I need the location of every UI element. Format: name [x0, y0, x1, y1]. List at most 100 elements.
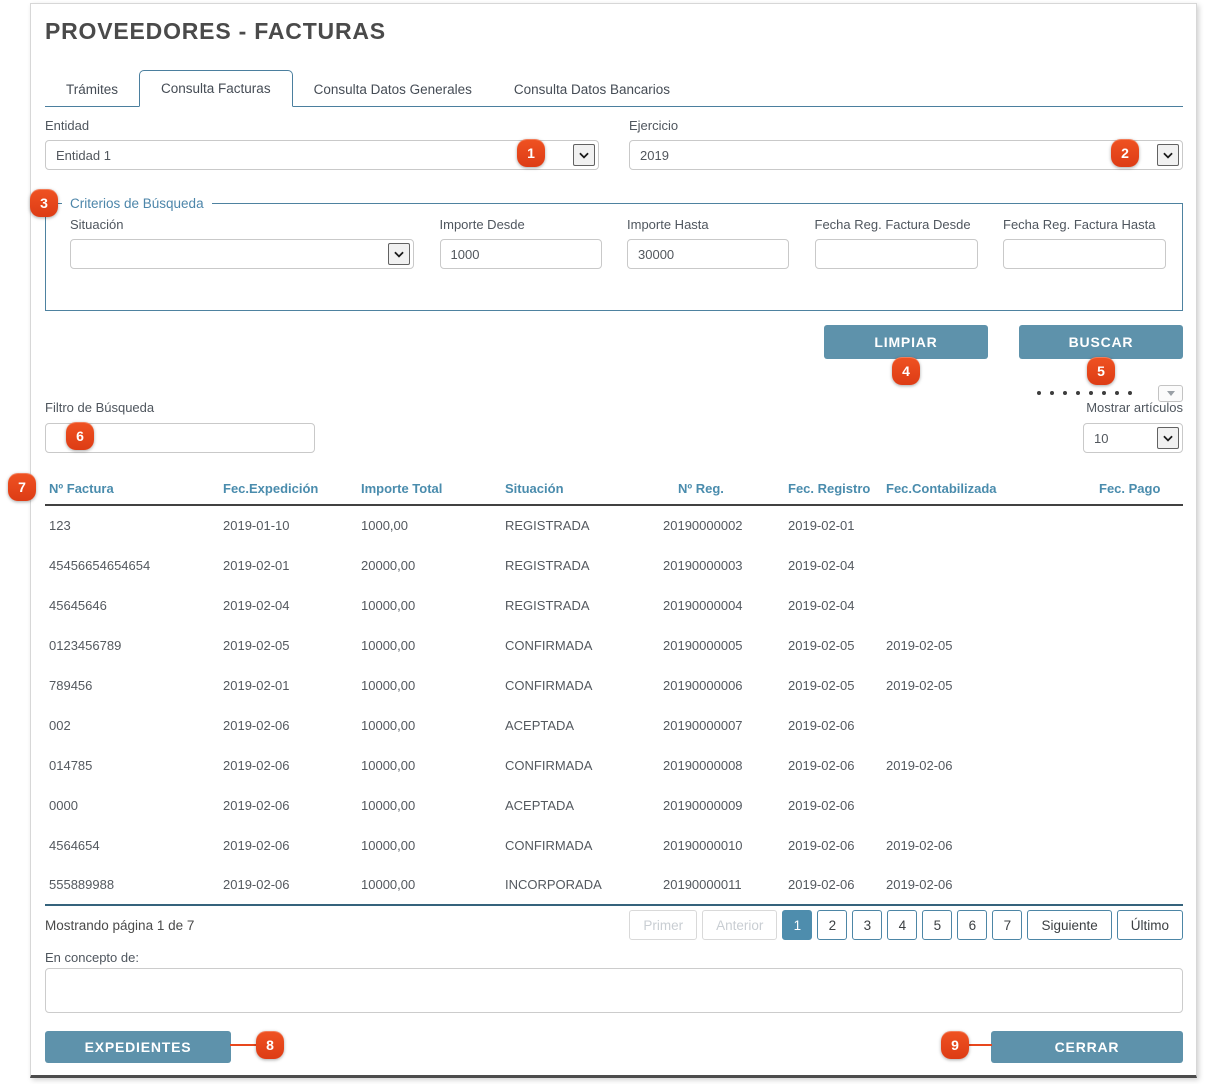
table-row[interactable]: 7894562019-02-0110000,00CONFIRMADA201900… [45, 665, 1183, 705]
fecha-desde-input[interactable] [815, 239, 978, 269]
page-title: PROVEEDORES - FACTURAS [45, 18, 386, 45]
column-header[interactable]: Fec. Pago [1077, 472, 1183, 505]
table-cell: 2019-02-05 [784, 625, 882, 665]
entidad-label: Entidad [45, 118, 599, 133]
column-header[interactable]: Nº Factura [45, 472, 219, 505]
table-cell: CONFIRMADA [501, 625, 659, 665]
mostrar-articulos-select[interactable]: 10 [1083, 423, 1183, 453]
en-concepto-label: En concepto de: [45, 950, 139, 965]
chevron-down-icon[interactable] [1157, 427, 1179, 449]
table-cell: 2019-02-06 [882, 745, 1077, 785]
table-cell: 014785 [45, 745, 219, 785]
column-header[interactable]: Nº Reg. [659, 472, 784, 505]
column-header[interactable]: Fec.Contabilizada [882, 472, 1077, 505]
table-cell: 2019-02-01 [219, 545, 357, 585]
table-cell: 20190000011 [659, 865, 784, 905]
table-cell: ACEPTADA [501, 705, 659, 745]
primer-button[interactable]: Primer [629, 910, 697, 940]
table-cell: 2019-02-05 [882, 665, 1077, 705]
situacion-select[interactable] [70, 239, 414, 269]
column-header[interactable]: Importe Total [357, 472, 501, 505]
table-cell: REGISTRADA [501, 545, 659, 585]
ejercicio-select[interactable]: 2019 [629, 140, 1183, 170]
tab-consulta-datos-generales[interactable]: Consulta Datos Generales [293, 72, 493, 107]
buscar-button[interactable]: BUSCAR [1019, 325, 1183, 359]
fecha-hasta-label: Fecha Reg. Factura Hasta [1003, 217, 1166, 232]
table-row[interactable]: 456456462019-02-0410000,00REGISTRADA2019… [45, 585, 1183, 625]
table-cell: 2019-02-01 [219, 665, 357, 705]
filtro-busqueda-label: Filtro de Búsqueda [45, 400, 154, 415]
ultimo-button[interactable]: Último [1117, 910, 1183, 940]
table-row[interactable]: 45646542019-02-0610000,00CONFIRMADA20190… [45, 825, 1183, 865]
tab-consulta-facturas[interactable]: Consulta Facturas [139, 70, 293, 107]
table-row[interactable]: 00002019-02-0610000,00ACEPTADA2019000000… [45, 785, 1183, 825]
chevron-down-icon[interactable] [388, 243, 410, 265]
column-header[interactable]: Fec. Registro [784, 472, 882, 505]
table-cell [1077, 585, 1183, 625]
table-cell [1077, 785, 1183, 825]
callout-badge-6: 6 [66, 422, 94, 450]
table-cell: 10000,00 [357, 625, 501, 665]
fecha-hasta-field-group: Fecha Reg. Factura Hasta [1003, 217, 1166, 269]
limpiar-button[interactable]: LIMPIAR [824, 325, 988, 359]
table-header-row: Nº FacturaFec.ExpediciónImporte TotalSit… [45, 472, 1183, 505]
table-row[interactable]: 454566546546542019-02-0120000,00REGISTRA… [45, 545, 1183, 585]
table-cell: 45645646 [45, 585, 219, 625]
column-header[interactable]: Situación [501, 472, 659, 505]
badge-9-connector [967, 1044, 992, 1046]
chevron-down-icon[interactable] [573, 144, 595, 166]
dropdown-arrow-icon[interactable] [1158, 385, 1183, 402]
table-cell [882, 505, 1077, 545]
page-button-7[interactable]: 7 [992, 910, 1022, 940]
table-cell: 2019-02-06 [219, 865, 357, 905]
table-row[interactable]: 1232019-01-101000,00REGISTRADA2019000000… [45, 505, 1183, 545]
page-button-6[interactable]: 6 [957, 910, 987, 940]
table-cell: 10000,00 [357, 585, 501, 625]
table-cell: REGISTRADA [501, 505, 659, 545]
table-cell: 2019-02-05 [882, 625, 1077, 665]
tab-tramites[interactable]: Trámites [45, 72, 139, 107]
cerrar-button[interactable]: CERRAR [991, 1031, 1183, 1063]
siguiente-button[interactable]: Siguiente [1027, 910, 1111, 940]
page-button-5[interactable]: 5 [922, 910, 952, 940]
table-row[interactable]: 01234567892019-02-0510000,00CONFIRMADA20… [45, 625, 1183, 665]
importe-desde-input[interactable] [440, 239, 602, 269]
importe-hasta-input[interactable] [627, 239, 789, 269]
footer-actions: EXPEDIENTES CERRAR [45, 1031, 1183, 1063]
pagination-buttons: Primer Anterior 1234567 Siguiente Último [629, 910, 1183, 940]
table-row[interactable]: 5558899882019-02-0610000,00INCORPORADA20… [45, 865, 1183, 905]
ejercicio-label: Ejercicio [629, 118, 1183, 133]
en-concepto-textarea[interactable] [45, 968, 1183, 1013]
table-cell: CONFIRMADA [501, 665, 659, 705]
entidad-select[interactable]: Entidad 1 [45, 140, 599, 170]
table-cell: 45456654654654 [45, 545, 219, 585]
app-window: PROVEEDORES - FACTURAS Trámites Consulta… [30, 3, 1197, 1078]
fecha-desde-label: Fecha Reg. Factura Desde [815, 217, 978, 232]
tab-bar: Trámites Consulta Facturas Consulta Dato… [45, 70, 1183, 107]
table-cell: 20190000008 [659, 745, 784, 785]
table-row[interactable]: 0022019-02-0610000,00ACEPTADA20190000007… [45, 705, 1183, 745]
table-cell: 0123456789 [45, 625, 219, 665]
table-cell: 2019-02-05 [219, 625, 357, 665]
anterior-button[interactable]: Anterior [702, 910, 777, 940]
page-button-1[interactable]: 1 [782, 910, 812, 940]
fecha-hasta-input[interactable] [1003, 239, 1166, 269]
table-cell: 20190000004 [659, 585, 784, 625]
page-button-4[interactable]: 4 [887, 910, 917, 940]
table-cell: 10000,00 [357, 785, 501, 825]
ejercicio-field-group: Ejercicio 2019 [629, 118, 1183, 170]
table-cell: 0000 [45, 785, 219, 825]
expedientes-button[interactable]: EXPEDIENTES [45, 1031, 231, 1063]
page-button-3[interactable]: 3 [852, 910, 882, 940]
table-row[interactable]: 0147852019-02-0610000,00CONFIRMADA201900… [45, 745, 1183, 785]
table-cell: 4564654 [45, 825, 219, 865]
table-cell [882, 585, 1077, 625]
callout-badge-2: 2 [1111, 139, 1139, 167]
table-body: 1232019-01-101000,00REGISTRADA2019000000… [45, 505, 1183, 905]
page-button-2[interactable]: 2 [817, 910, 847, 940]
tab-consulta-datos-bancarios[interactable]: Consulta Datos Bancarios [493, 72, 691, 107]
search-actions: LIMPIAR BUSCAR [45, 325, 1183, 359]
chevron-down-icon[interactable] [1157, 144, 1179, 166]
callout-badge-3: 3 [30, 189, 58, 217]
column-header[interactable]: Fec.Expedición [219, 472, 357, 505]
